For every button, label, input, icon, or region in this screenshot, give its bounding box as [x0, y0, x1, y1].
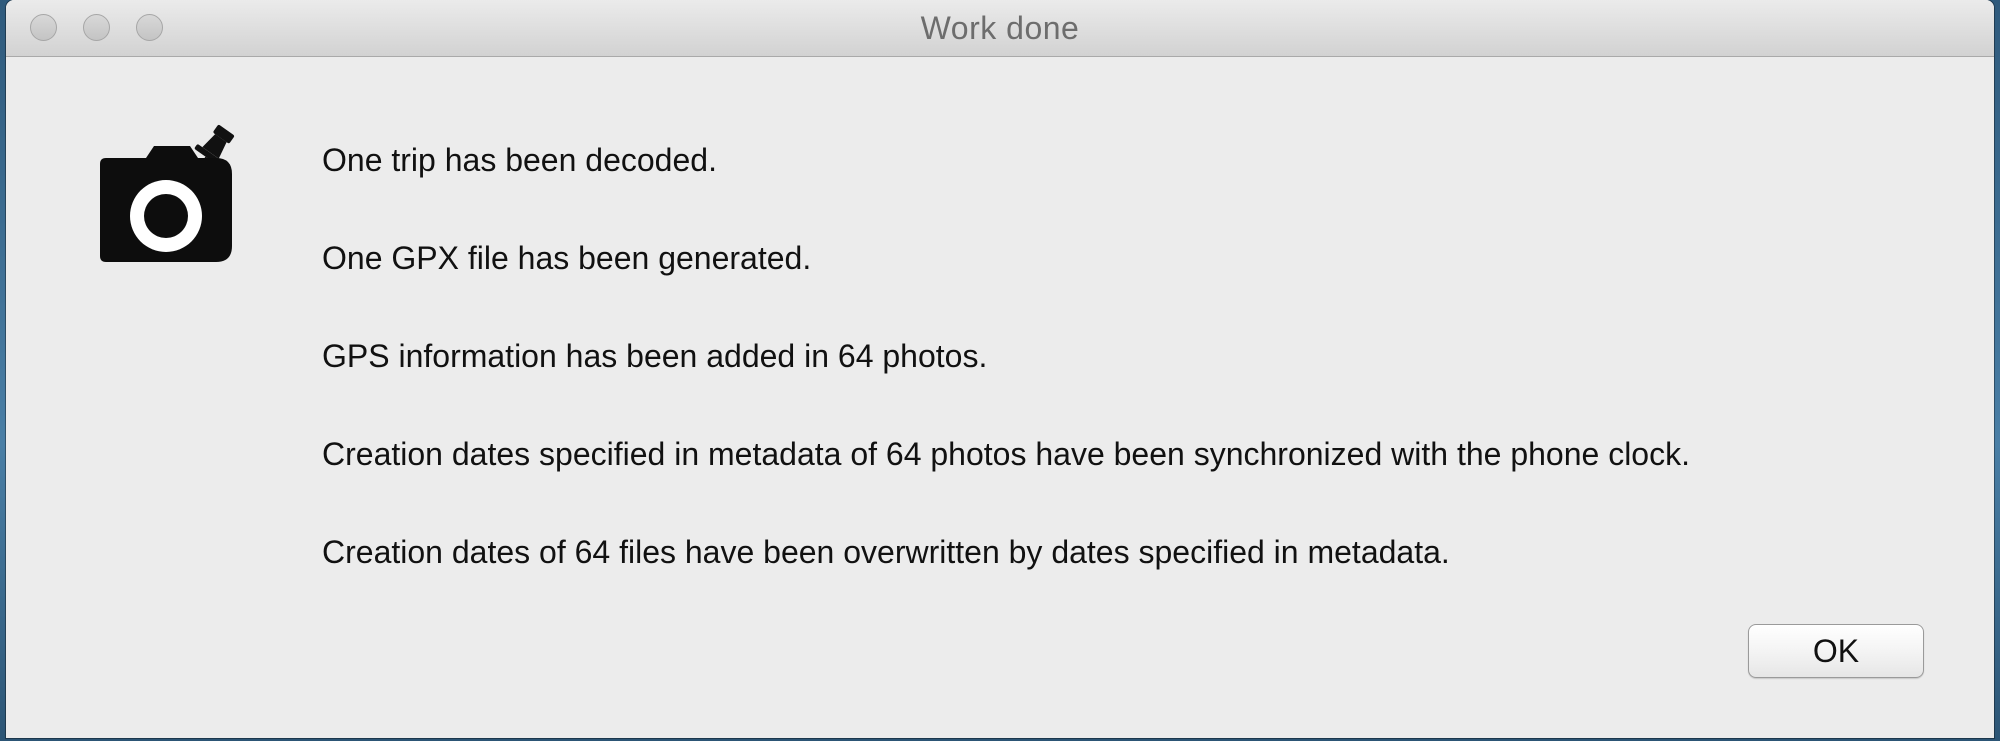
message-gps-added: GPS information has been added in 64 pho… — [322, 338, 988, 374]
desktop-background: Work done One trip has been decoded. One… — [0, 0, 2000, 741]
title-bar: Work done — [6, 0, 1994, 57]
message-dates-overwritten: Creation dates of 64 files have been ove… — [322, 534, 1450, 570]
message-gpx-generated: One GPX file has been generated. — [322, 240, 812, 276]
message-dates-synchronized: Creation dates specified in metadata of … — [322, 436, 1690, 472]
window-title: Work done — [920, 10, 1080, 46]
ok-button[interactable]: OK — [1748, 624, 1924, 678]
work-done-dialog: Work done One trip has been decoded. One… — [6, 0, 1994, 738]
message-list: One trip has been decoded. One GPX file … — [322, 140, 1690, 630]
message-trip-decoded: One trip has been decoded. — [322, 142, 717, 178]
camera-with-pushpin-icon — [96, 112, 256, 272]
